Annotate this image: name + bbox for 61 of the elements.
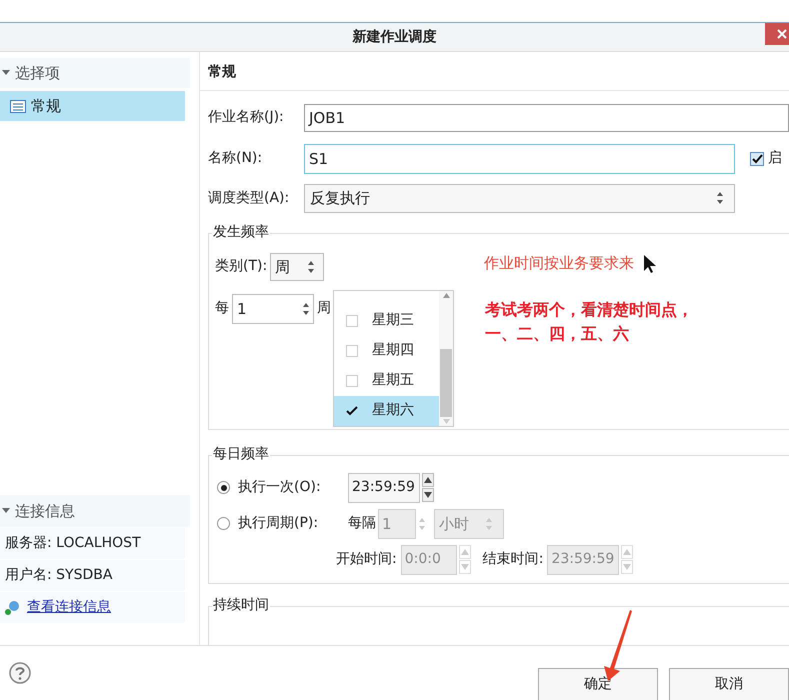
list-icon — [10, 100, 26, 112]
spinner-arrows-icon[interactable] — [307, 260, 316, 274]
checkbox-label: 启 — [768, 149, 782, 168]
section-heading: 常规 — [208, 63, 237, 82]
time-field[interactable]: 23:59:59 — [348, 472, 420, 503]
weekday-item[interactable]: 星期三 — [334, 306, 439, 336]
up-arrow-icon — [424, 477, 432, 484]
connection-info-text: 用户名: SYSDBA — [5, 566, 112, 585]
name-field[interactable]: S1 — [304, 144, 735, 174]
down-arrow-icon — [623, 564, 632, 570]
field-label: 作业名称(J): — [208, 108, 285, 128]
radio-label: 执行周期(P): — [238, 514, 320, 534]
window-title: 新建作业调度 — [352, 28, 436, 46]
section-header[interactable]: 选择项 — [0, 58, 190, 88]
down-arrow-icon — [460, 564, 469, 570]
down-arrow-button[interactable] — [422, 488, 434, 502]
weekday-item[interactable]: 星期四 — [334, 336, 439, 366]
annotation-text: 作业时间按业务要求来 — [484, 253, 634, 274]
job-name-field[interactable]: JOB1 — [304, 104, 789, 132]
connection-icon — [5, 600, 21, 616]
field-label: 调度类型(A): — [208, 188, 290, 208]
scroll-thumb[interactable] — [440, 348, 452, 417]
field-label: 名称(N): — [208, 149, 264, 168]
weekday-item[interactable]: 星期六 — [334, 396, 439, 426]
field-label: 每隔 — [348, 514, 376, 534]
radio-label: 执行一次(O): — [238, 478, 322, 498]
field-label: 开始时间: — [336, 550, 397, 570]
radio-button[interactable] — [217, 481, 230, 494]
check-icon — [346, 406, 358, 416]
radio-button[interactable] — [217, 517, 230, 530]
field-label: 每 — [215, 299, 229, 318]
up-arrow-icon — [460, 549, 469, 556]
scrollbar[interactable] — [439, 290, 453, 426]
section-header[interactable]: 连接信息 — [0, 495, 190, 527]
up-arrow-button[interactable] — [422, 473, 434, 488]
scroll-up-icon — [442, 292, 450, 298]
weekday-checkbox[interactable] — [346, 404, 358, 417]
sidebar-item[interactable]: 常规 — [0, 91, 185, 121]
close-icon — [777, 29, 787, 39]
down-arrow-icon — [424, 492, 432, 498]
help-icon[interactable] — [9, 662, 31, 684]
field-label: 类别(T): — [215, 257, 268, 276]
caret-icon[interactable] — [2, 70, 10, 76]
weekday-item[interactable]: 星期五 — [334, 366, 439, 396]
close-button[interactable] — [765, 23, 789, 45]
check-icon — [752, 154, 762, 164]
every-field[interactable]: 1 — [232, 294, 314, 324]
spinner-arrows-icon[interactable] — [302, 302, 310, 316]
connection-info-text: 服务器: LOCALHOST — [5, 534, 141, 553]
dialog-button[interactable]: 取消 — [669, 668, 789, 700]
field-label: 结束时间: — [482, 550, 544, 570]
spinner-arrows-icon[interactable] — [716, 191, 724, 206]
up-arrow-icon — [623, 549, 632, 556]
field-label: 周 — [317, 299, 331, 318]
category-select[interactable]: 周 — [270, 252, 324, 281]
enable-checkbox[interactable] — [750, 152, 764, 166]
annotation-text: 考试考两个，看清楚时间点， — [485, 299, 693, 321]
schedule-type-select[interactable]: 反复执行 — [304, 184, 735, 213]
annotation-text: 一、二、四，五、六 — [485, 323, 630, 345]
caret-icon[interactable] — [2, 508, 10, 514]
mouse-cursor-icon — [643, 254, 657, 274]
